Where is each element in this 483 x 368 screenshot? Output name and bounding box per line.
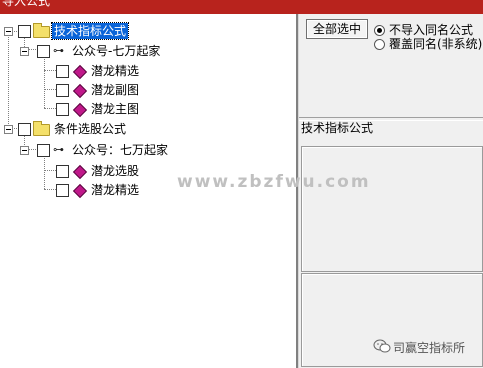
- section-title: 技术指标公式: [301, 121, 374, 135]
- formula-diamond-icon: [72, 183, 88, 199]
- key-icon: ⊶: [53, 44, 64, 57]
- formula-diamond-icon: [72, 64, 88, 80]
- wechat-icon: [373, 339, 391, 353]
- account-checkbox[interactable]: [37, 45, 50, 58]
- select-all-button[interactable]: 全部选中: [306, 19, 368, 39]
- tree-account-node[interactable]: ⊶ 公众号-七万起家: [0, 42, 296, 60]
- formula-label[interactable]: 潜龙副图: [91, 82, 139, 98]
- wechat-account-name: 司赢空指标所: [393, 341, 466, 355]
- radio-skip-same-name[interactable]: [374, 25, 385, 36]
- formula-diamond-icon: [72, 102, 88, 118]
- tree-formula-item[interactable]: 潜龙精选: [0, 62, 296, 80]
- window-titlebar: 导入公式: [0, 0, 483, 14]
- formula-diamond-icon: [72, 164, 88, 180]
- collapse-icon[interactable]: [4, 27, 13, 36]
- group-label[interactable]: 条件选股公式: [54, 121, 126, 137]
- formula-diamond-icon: [72, 83, 88, 99]
- account-checkbox[interactable]: [37, 144, 50, 157]
- account-label[interactable]: 公众号-七万起家: [72, 43, 160, 59]
- collapse-icon[interactable]: [20, 47, 29, 56]
- tree-account-node[interactable]: ⊶ 公众号：七万起家: [0, 141, 296, 159]
- formula-label[interactable]: 潜龙主图: [91, 101, 139, 117]
- tree-formula-item[interactable]: 潜龙副图: [0, 81, 296, 99]
- radio-skip-same-name-label[interactable]: 不导入同名公式: [389, 23, 473, 37]
- group-checkbox[interactable]: [18, 123, 31, 136]
- key-icon: ⊶: [53, 143, 64, 156]
- folder-icon: [33, 23, 50, 38]
- tree-group-tech-indicators[interactable]: 技术指标公式: [0, 22, 296, 40]
- window-title: 导入公式: [2, 0, 51, 8]
- radio-overwrite-same-name[interactable]: [374, 39, 385, 50]
- formula-label[interactable]: 潜龙选股: [91, 163, 139, 179]
- formula-checkbox[interactable]: [56, 103, 69, 116]
- watermark-text: www.zbzfwu.com: [177, 172, 371, 192]
- formula-label[interactable]: 潜龙精选: [91, 182, 139, 198]
- radio-overwrite-same-name-label[interactable]: 覆盖同名(非系统): [389, 37, 482, 51]
- formula-checkbox[interactable]: [56, 165, 69, 178]
- group-label[interactable]: 技术指标公式: [50, 22, 130, 40]
- formula-description-box[interactable]: [301, 146, 483, 272]
- tree-formula-item[interactable]: 潜龙主图: [0, 100, 296, 118]
- collapse-icon[interactable]: [4, 125, 13, 134]
- tree-group-stock-selection[interactable]: 条件选股公式: [0, 120, 296, 138]
- formula-checkbox[interactable]: [56, 184, 69, 197]
- group-checkbox[interactable]: [18, 25, 31, 38]
- formula-label[interactable]: 潜龙精选: [91, 63, 139, 79]
- account-label[interactable]: 公众号：七万起家: [72, 142, 168, 158]
- collapse-icon[interactable]: [20, 146, 29, 155]
- formula-checkbox[interactable]: [56, 65, 69, 78]
- folder-icon: [33, 121, 50, 136]
- formula-checkbox[interactable]: [56, 84, 69, 97]
